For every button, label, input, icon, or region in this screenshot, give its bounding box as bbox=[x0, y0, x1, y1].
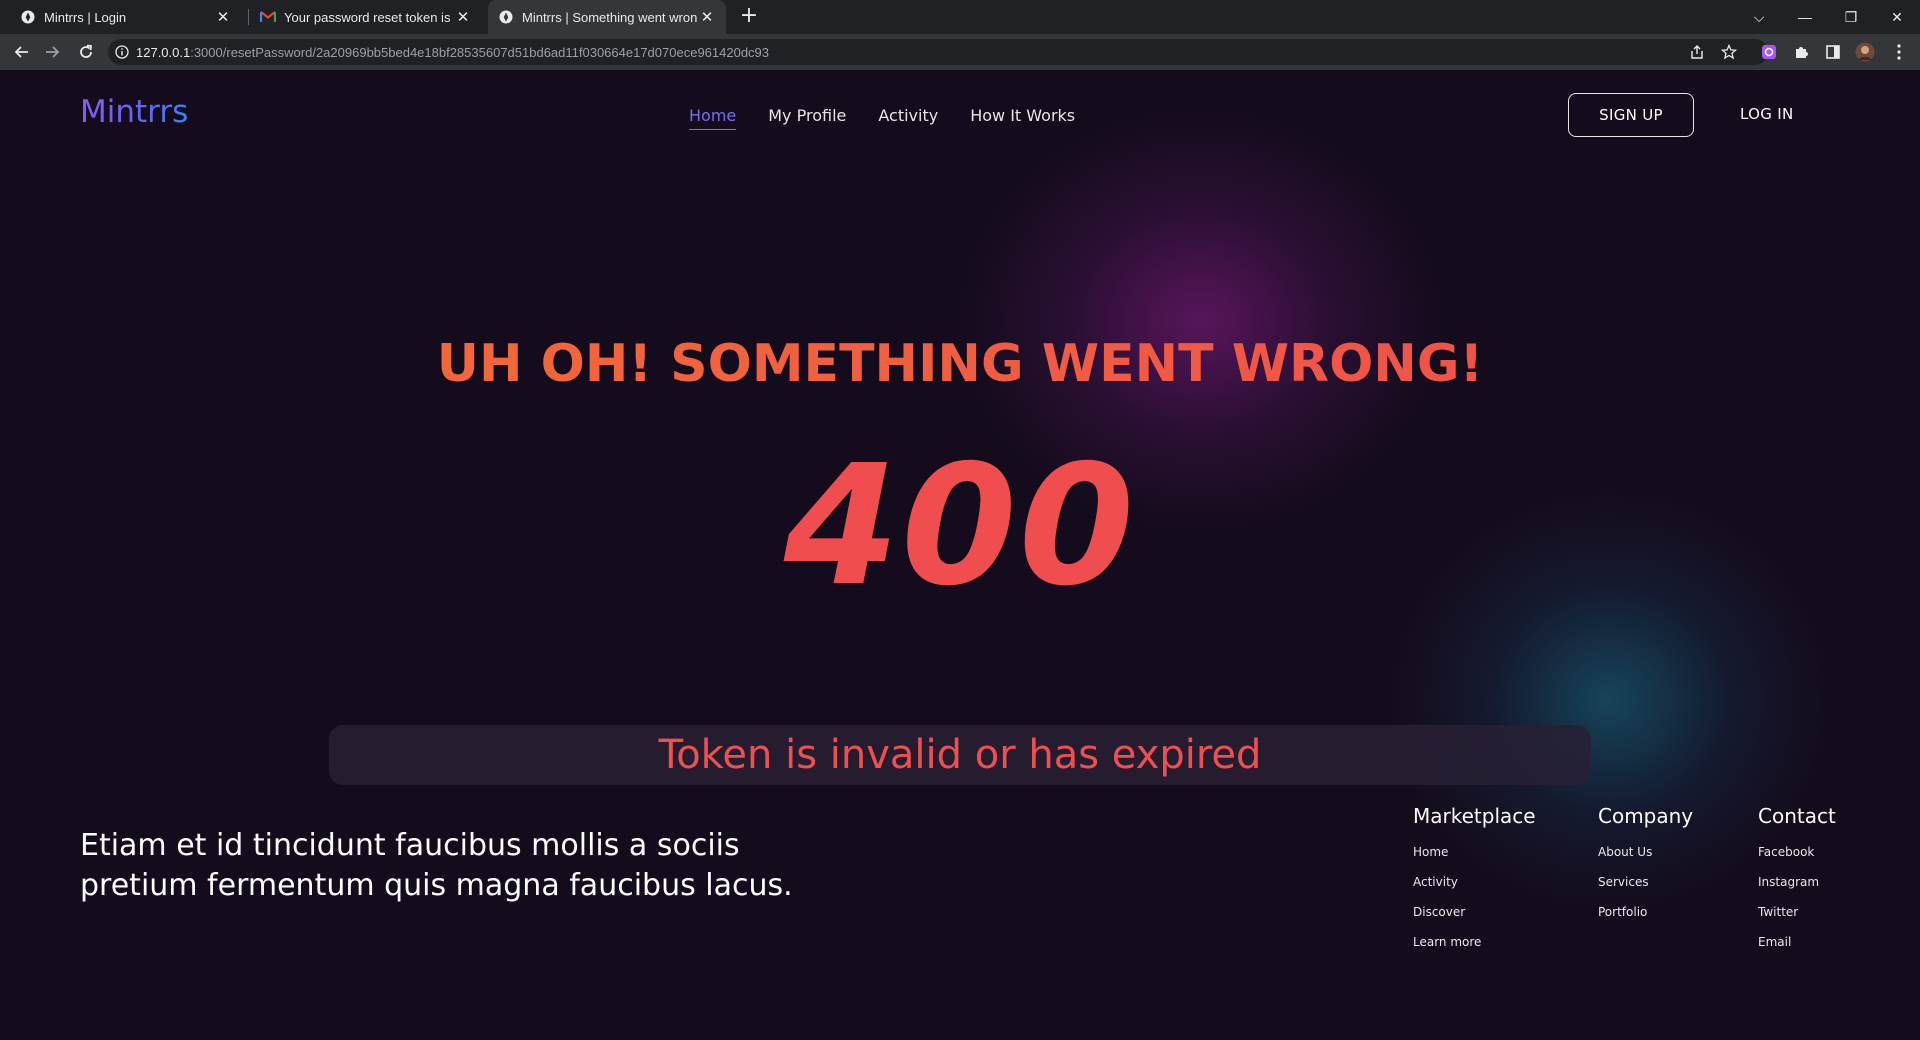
error-message-box: Token is invalid or has expired bbox=[329, 725, 1591, 785]
footer-link-about-us[interactable]: About Us bbox=[1598, 842, 1693, 872]
puzzle-icon[interactable] bbox=[1790, 41, 1812, 63]
reload-icon[interactable] bbox=[74, 40, 98, 64]
footer-column-title: Company bbox=[1598, 804, 1694, 828]
profile-avatar-icon[interactable] bbox=[1854, 41, 1876, 63]
main-nav: Home My Profile Activity How It Works bbox=[689, 106, 1075, 130]
address-bar[interactable]: 127.0.0.1:3000/resetPassword/2a20969bb5b… bbox=[108, 39, 1768, 65]
forward-icon[interactable] bbox=[40, 40, 64, 64]
menu-kebab-icon[interactable] bbox=[1888, 41, 1910, 63]
side-panel-icon[interactable] bbox=[1822, 41, 1844, 63]
minimize-icon[interactable]: — bbox=[1782, 0, 1828, 34]
tab-title: Mintrrs | Login bbox=[44, 9, 127, 25]
tab-separator bbox=[248, 9, 249, 25]
close-tab-icon[interactable]: ✕ bbox=[698, 8, 716, 26]
browser-tab-gmail[interactable]: Your password reset token is valid ✕ bbox=[250, 0, 482, 34]
restore-icon[interactable]: ❐ bbox=[1828, 0, 1874, 34]
tab-title: Mintrrs | Something went wrong bbox=[522, 9, 698, 25]
browser-tab-login[interactable]: Mintrrs | Login ✕ bbox=[10, 0, 242, 34]
browser-tab-strip: Mintrrs | Login ✕ Your password reset to… bbox=[0, 0, 1920, 34]
site-info-icon[interactable] bbox=[108, 45, 136, 59]
footer-column-contact: Contact Facebook Instagram Twitter Email bbox=[1758, 804, 1836, 962]
extension-icon[interactable] bbox=[1758, 41, 1780, 63]
nav-my-profile[interactable]: My Profile bbox=[768, 106, 846, 130]
footer-link-twitter[interactable]: Twitter bbox=[1758, 902, 1836, 932]
url-host: 127.0.0.1 bbox=[136, 44, 191, 60]
site-logo[interactable]: Mintrrs bbox=[80, 94, 188, 130]
footer-column-title: Contact bbox=[1758, 804, 1836, 828]
url-path: :3000/resetPassword/2a20969bb5bed4e18bf2… bbox=[190, 44, 770, 60]
footer-column-company: Company About Us Services Portfolio bbox=[1598, 804, 1693, 932]
footer-link-activity[interactable]: Activity bbox=[1413, 872, 1536, 902]
mintrrs-logo-icon bbox=[498, 9, 514, 25]
footer-column-title: Marketplace bbox=[1413, 804, 1536, 828]
footer-link-services[interactable]: Services bbox=[1598, 872, 1693, 902]
browser-toolbar: 127.0.0.1:3000/resetPassword/2a20969bb5b… bbox=[0, 34, 1920, 70]
nav-home[interactable]: Home bbox=[689, 106, 737, 130]
mintrrs-logo-icon bbox=[20, 9, 36, 25]
error-title: UH OH! SOMETHING WENT WRONG! bbox=[0, 334, 1920, 394]
log-in-link[interactable]: LOG IN bbox=[1740, 105, 1793, 123]
browser-tab-error[interactable]: Mintrrs | Something went wrong ✕ bbox=[488, 0, 726, 34]
page-viewport: Mintrrs Home My Profile Activity How It … bbox=[0, 70, 1920, 1040]
footer-link-instagram[interactable]: Instagram bbox=[1758, 872, 1836, 902]
footer-link-facebook[interactable]: Facebook bbox=[1758, 842, 1836, 872]
new-tab-icon[interactable]: + bbox=[738, 5, 760, 28]
footer-blurb: Etiam et id tincidunt faucibus mollis a … bbox=[80, 828, 793, 903]
footer-column-marketplace: Marketplace Home Activity Discover Learn… bbox=[1413, 804, 1536, 962]
error-message: Token is invalid or has expired bbox=[658, 732, 1262, 778]
footer-link-home[interactable]: Home bbox=[1413, 842, 1536, 872]
share-icon[interactable] bbox=[1686, 41, 1708, 63]
bookmark-star-icon[interactable] bbox=[1718, 41, 1740, 63]
nav-activity[interactable]: Activity bbox=[878, 106, 938, 130]
footer-link-email[interactable]: Email bbox=[1758, 932, 1836, 962]
back-icon[interactable] bbox=[10, 40, 34, 64]
footer-link-learn-more[interactable]: Learn more bbox=[1413, 932, 1536, 962]
close-window-icon[interactable]: ✕ bbox=[1874, 0, 1920, 34]
tab-title: Your password reset token is valid bbox=[284, 9, 454, 25]
sign-up-button[interactable]: SIGN UP bbox=[1568, 93, 1694, 137]
nav-how-it-works[interactable]: How It Works bbox=[970, 106, 1075, 130]
footer-link-portfolio[interactable]: Portfolio bbox=[1598, 902, 1693, 932]
error-code: 400 bbox=[783, 430, 1137, 623]
gmail-icon bbox=[260, 9, 276, 25]
close-tab-icon[interactable]: ✕ bbox=[214, 8, 232, 26]
close-tab-icon[interactable]: ✕ bbox=[454, 8, 472, 26]
footer-link-discover[interactable]: Discover bbox=[1413, 902, 1536, 932]
tab-search-icon[interactable]: ⌵ bbox=[1736, 0, 1782, 34]
